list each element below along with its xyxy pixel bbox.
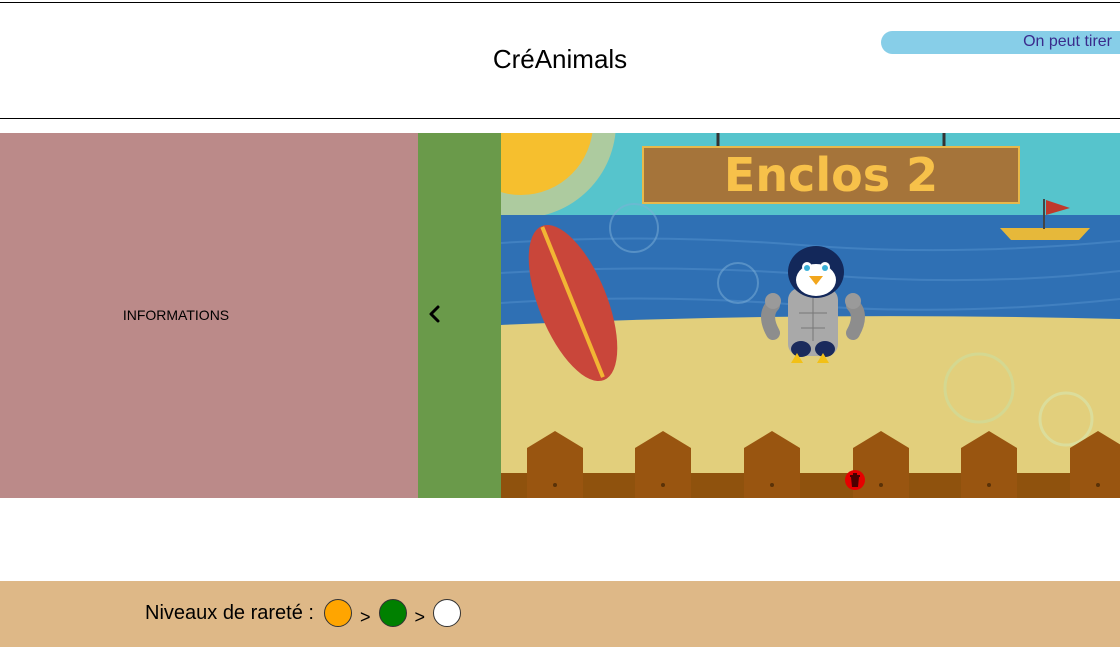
collapse-panel-button[interactable]	[418, 133, 501, 498]
rarity-dot-white	[433, 599, 462, 627]
information-panel: INFORMATIONS	[0, 133, 418, 498]
rarity-legend: Niveaux de rareté : > >	[145, 599, 462, 627]
enclosure-scene: Enclos 2	[501, 133, 1120, 498]
top-divider	[0, 2, 1120, 3]
trash-icon	[850, 473, 860, 487]
rarity-label: Niveaux de rareté :	[145, 601, 314, 624]
enclosure-sign-text: Enclos 2	[724, 148, 938, 202]
chevron-left-icon	[429, 305, 440, 323]
draw-status-badge[interactable]: On peut tirer	[881, 31, 1120, 54]
information-label: INFORMATIONS	[122, 307, 230, 323]
rarity-separator: >	[359, 606, 371, 627]
delete-animal-button[interactable]	[845, 470, 865, 490]
header-divider	[0, 118, 1120, 119]
rarity-separator: >	[414, 606, 426, 627]
rarity-dot-orange	[323, 599, 352, 627]
rarity-dot-green	[378, 599, 407, 627]
draw-status-label: On peut tirer	[1023, 33, 1112, 50]
footer-bar: Niveaux de rareté : > >	[0, 581, 1120, 647]
